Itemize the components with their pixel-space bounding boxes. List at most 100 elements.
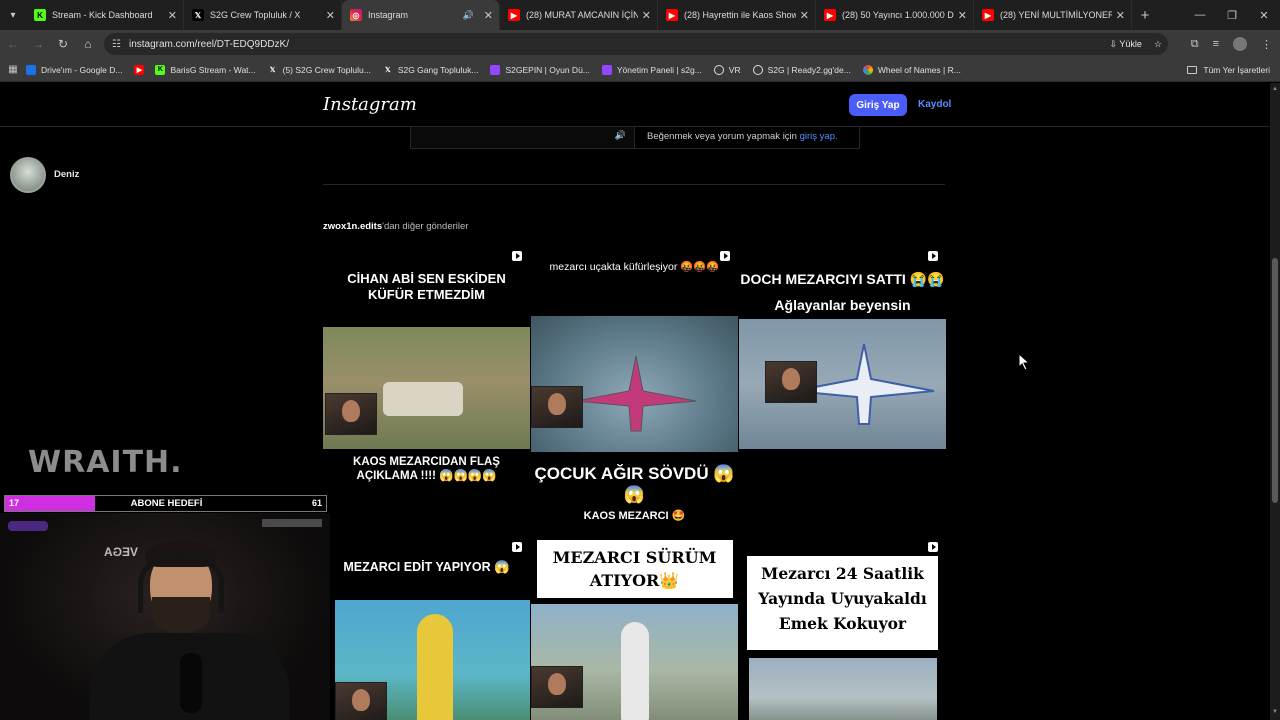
post-thumbnail[interactable]: DOCH MEZARCIYI SATTI 😭😭 Ağlayanlar beyen… bbox=[739, 243, 946, 533]
post-thumbnail[interactable]: CİHAN ABİ SEN ESKİDEN KÜFÜR ETMEZDİM KAO… bbox=[323, 243, 530, 533]
bookmark-item[interactable]: VR bbox=[713, 64, 741, 75]
bookmark-item[interactable]: K BarisG Stream - Wat... bbox=[155, 64, 256, 75]
post-thumbnail[interactable]: Mezarcı 24 Saatlik Yayında Uyuyakaldı Em… bbox=[739, 534, 946, 720]
login-link[interactable]: giriş yap. bbox=[800, 131, 838, 142]
home-icon[interactable]: ⌂ bbox=[76, 32, 100, 56]
close-icon[interactable]: ✕ bbox=[1116, 9, 1125, 22]
bookmark-item[interactable]: 𝕏 S2G Gang Topluluk... bbox=[383, 64, 479, 75]
bookmark-item[interactable]: ▶ bbox=[134, 64, 149, 75]
window-controls: — ❐ ✕ bbox=[1184, 0, 1280, 30]
speaker-icon[interactable]: 🔊 bbox=[463, 10, 474, 21]
profile-avatar[interactable] bbox=[1233, 37, 1247, 51]
bookmark-label: S2G Gang Topluluk... bbox=[397, 64, 479, 75]
streamer-cam bbox=[765, 361, 817, 403]
minimize-icon[interactable]: — bbox=[1184, 0, 1216, 30]
tab-youtube-1[interactable]: ▶ (28) MURAT AMCANIN İÇİNDE ✕ bbox=[500, 0, 658, 30]
background-light bbox=[262, 519, 322, 527]
youtube-icon: ▶ bbox=[824, 9, 836, 21]
youtube-icon: ▶ bbox=[508, 9, 520, 21]
game-screenshot bbox=[531, 316, 738, 452]
site-info-icon[interactable]: ☷ bbox=[112, 39, 121, 50]
tab-title: Instagram bbox=[368, 10, 409, 20]
post-caption-top: CİHAN ABİ SEN ESKİDEN KÜFÜR ETMEZDİM bbox=[347, 271, 506, 303]
post-thumbnail[interactable]: MEZARCI EDİT YAPIYOR 😱 bbox=[323, 534, 530, 720]
reel-video[interactable]: 🔊 bbox=[411, 127, 635, 148]
headset-icon bbox=[138, 553, 224, 613]
bookmark-label: BarisG Stream - Wat... bbox=[170, 64, 256, 75]
brand-logo: WRAITH. bbox=[28, 445, 183, 480]
vr-icon bbox=[713, 64, 724, 75]
close-icon[interactable]: ✕ bbox=[326, 9, 335, 22]
tab-youtube-4[interactable]: ▶ (28) YENİ MULTİMİLYONER ARA ✕ bbox=[974, 0, 1132, 30]
address-bar[interactable]: ☷ instagram.com/reel/DT-EDQ9DDzK/ ⇩ Yükl… bbox=[104, 33, 1168, 55]
goal-label: ABONE HEDEFİ bbox=[130, 498, 203, 509]
tab-bar: ▾ K Stream - Kick Dashboard ✕ 𝕏 S2G Crew… bbox=[0, 0, 1280, 30]
bookmark-item[interactable]: Drive'ım - Google D... bbox=[26, 64, 122, 75]
bookmark-label: S2G | Ready2.gg'de... bbox=[767, 64, 851, 75]
restore-icon[interactable]: ❐ bbox=[1216, 0, 1248, 30]
post-caption-extra: KAOS MEZARCI 🤩 bbox=[583, 510, 686, 522]
background-light bbox=[8, 521, 48, 531]
bookmark-item[interactable]: S2GEPIN | Oyun Dü... bbox=[490, 64, 590, 75]
bookmark-star-icon[interactable]: ☆ bbox=[1154, 39, 1162, 50]
install-label: Yükle bbox=[1119, 38, 1142, 49]
bookmark-label: VR bbox=[728, 64, 741, 75]
tab-youtube-3[interactable]: ▶ (28) 50 Yayıncı 1.000.000 Dolar ✕ bbox=[816, 0, 974, 30]
all-bookmarks-label: Tüm Yer İşaretleri bbox=[1203, 65, 1270, 75]
background-sign: VEGA bbox=[104, 545, 139, 559]
close-icon[interactable]: ✕ bbox=[642, 9, 651, 22]
forward-icon[interactable]: → bbox=[26, 32, 50, 56]
character-shape bbox=[417, 614, 453, 720]
install-button[interactable]: ⇩ Yükle bbox=[1110, 39, 1142, 50]
close-icon[interactable]: ✕ bbox=[168, 9, 177, 22]
scroll-thumb[interactable] bbox=[1272, 258, 1278, 503]
bookmark-label: Wheel of Names | R... bbox=[877, 64, 961, 75]
login-button[interactable]: Giriş Yap bbox=[849, 94, 907, 116]
instagram-logo[interactable]: Instagram bbox=[323, 94, 417, 115]
close-icon[interactable]: ✕ bbox=[800, 9, 809, 22]
bookmark-item[interactable]: 𝕏 (5) S2G Crew Toplulu... bbox=[268, 65, 371, 75]
speaker-icon[interactable]: 🔊 bbox=[615, 130, 626, 141]
extensions-icon[interactable]: ⧉ bbox=[1191, 38, 1199, 51]
reel-icon bbox=[928, 251, 938, 261]
tab-instagram[interactable]: ◎ Instagram 🔊 ✕ bbox=[342, 0, 500, 30]
scroll-down-icon[interactable]: ▼ bbox=[1272, 709, 1278, 715]
game-screenshot bbox=[749, 658, 937, 720]
globe-icon bbox=[752, 64, 763, 75]
reload-icon[interactable]: ↻ bbox=[51, 32, 75, 56]
bookmark-item[interactable]: Yönetim Paneli | s2g... bbox=[601, 64, 702, 75]
tab-youtube-2[interactable]: ▶ (28) Hayrettin ile Kaos Show - 2 ✕ bbox=[658, 0, 816, 30]
page-scrollbar[interactable]: ▲ ▼ bbox=[1270, 83, 1280, 720]
streamer-cam bbox=[531, 666, 583, 708]
post-caption-top: MEZARCI EDİT YAPIYOR 😱 bbox=[343, 560, 510, 574]
bookmark-item[interactable]: S2G | Ready2.gg'de... bbox=[752, 64, 851, 75]
streamer-cam bbox=[335, 682, 387, 720]
kick-icon: K bbox=[155, 64, 166, 75]
media-controls-icon[interactable]: ≡ bbox=[1213, 38, 1219, 50]
close-icon[interactable]: ✕ bbox=[484, 9, 493, 22]
tab-s2g-crew-x[interactable]: 𝕏 S2G Crew Topluluk / X ✕ bbox=[184, 0, 342, 30]
post-caption-subtitle: Ağlayanlar beyensin bbox=[774, 297, 911, 313]
bookmark-item[interactable]: Wheel of Names | R... bbox=[862, 64, 961, 75]
tab-search-icon[interactable]: ▾ bbox=[0, 0, 26, 30]
tab-kick-dashboard[interactable]: K Stream - Kick Dashboard ✕ bbox=[26, 0, 184, 30]
scroll-up-icon[interactable]: ▲ bbox=[1272, 86, 1278, 92]
apps-grid-icon[interactable]: ▦ bbox=[0, 64, 26, 75]
divider bbox=[323, 184, 945, 185]
tab-title: Stream - Kick Dashboard bbox=[52, 10, 153, 20]
webcam-feed: VEGA bbox=[0, 513, 330, 720]
signup-link[interactable]: Kaydol bbox=[918, 99, 951, 110]
tab-title: (28) MURAT AMCANIN İÇİNDE bbox=[526, 10, 638, 20]
back-icon[interactable]: ← bbox=[1, 32, 25, 56]
menu-icon[interactable]: ⋮ bbox=[1261, 38, 1272, 51]
all-bookmarks[interactable]: Tüm Yer İşaretleri bbox=[1187, 58, 1270, 82]
post-thumbnail[interactable]: MEZARCI SÜRÜM ATIYOR👑 bbox=[531, 534, 738, 720]
instagram-icon: ◎ bbox=[350, 9, 362, 21]
post-thumbnail[interactable]: mezarcı uçakta küfürleşiyor 🤬🤬🤬 ÇOCUK AĞ… bbox=[531, 243, 738, 533]
folder-icon bbox=[1187, 66, 1198, 74]
username-link[interactable]: zwox1n.edits bbox=[323, 221, 382, 232]
close-window-icon[interactable]: ✕ bbox=[1248, 0, 1280, 30]
new-tab-button[interactable]: + bbox=[1132, 0, 1158, 30]
close-icon[interactable]: ✕ bbox=[958, 9, 967, 22]
reel-icon bbox=[928, 542, 938, 552]
